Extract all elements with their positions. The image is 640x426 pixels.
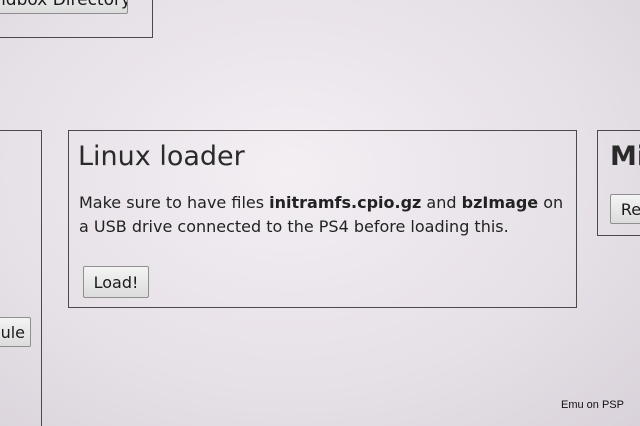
left-card bbox=[0, 130, 42, 426]
linux-loader-description: Make sure to have files initramfs.cpio.g… bbox=[79, 191, 569, 239]
right-card: Mi Re bbox=[597, 130, 640, 236]
load-button[interactable]: Load! bbox=[83, 266, 149, 298]
linux-loader-card: Linux loader Make sure to have files ini… bbox=[68, 130, 577, 308]
right-card-title: Mi bbox=[610, 141, 640, 172]
linux-loader-title: Linux loader bbox=[78, 141, 245, 172]
right-card-button[interactable]: Re bbox=[610, 194, 640, 224]
sandbox-card: ndbox Directory bbox=[0, 0, 153, 38]
watermark-text: Emu on PSP bbox=[561, 399, 624, 411]
desc-text-1: Make sure to have files bbox=[79, 193, 270, 212]
file-initramfs: initramfs.cpio.gz bbox=[269, 193, 422, 212]
desc-text-2: and bbox=[421, 193, 462, 212]
sandbox-directory-button[interactable]: ndbox Directory bbox=[0, 0, 128, 14]
file-bzimage: bzImage bbox=[461, 193, 539, 212]
module-button[interactable]: ule bbox=[0, 317, 31, 347]
